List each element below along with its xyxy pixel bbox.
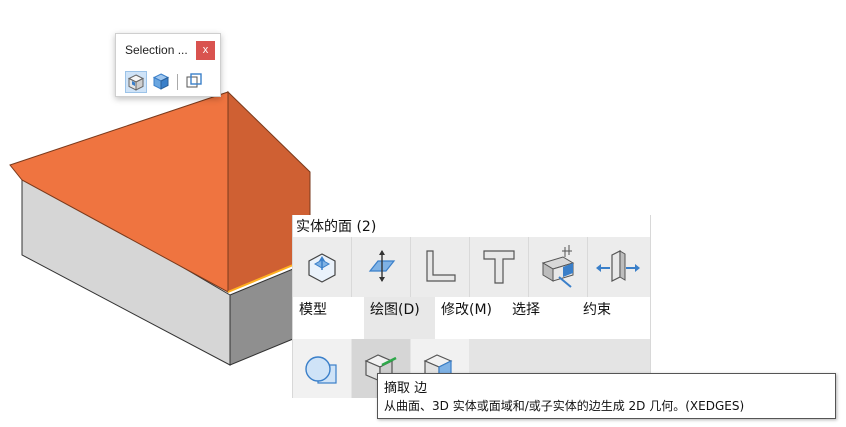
circle-tool-icon (305, 356, 337, 384)
tab-constraint[interactable]: 约束 (577, 297, 650, 339)
tab-more-button[interactable] (588, 237, 647, 297)
select-solid-icon (127, 74, 145, 91)
tab-model[interactable]: 模型 (293, 297, 364, 339)
quad-tab-labels: 模型 绘图(D) 修改(M) 选择 约束 (293, 297, 650, 339)
tab-select-button[interactable] (470, 237, 529, 297)
select-edge-button[interactable] (184, 71, 206, 93)
quad-header: 实体的面 (2) (293, 215, 650, 237)
tab-modify-button[interactable] (411, 237, 470, 297)
tooltip-description: 从曲面、3D 实体或面域和/或子实体的边生成 2D 几何。(XEDGES) (384, 399, 745, 413)
tab-select[interactable]: 选择 (506, 297, 577, 339)
selection-panel[interactable]: Selection ... x (115, 33, 221, 97)
quad-tab-icons (293, 237, 650, 297)
tab-draw[interactable]: 绘图(D) (364, 297, 435, 339)
move-icon (596, 250, 640, 282)
tooltip-title: 摘取 边 (384, 381, 428, 396)
model-icon (308, 253, 336, 283)
tab-constraint-button[interactable] (529, 237, 588, 297)
constraint-icon (541, 245, 575, 288)
draw-icon (368, 250, 396, 282)
close-button[interactable]: x (196, 41, 215, 60)
toolbar-divider (177, 74, 178, 90)
modify-icon (426, 250, 456, 282)
tab-model-button[interactable] (293, 237, 352, 297)
select-face-icon (152, 73, 170, 90)
circle-tool-button[interactable] (293, 339, 351, 398)
select-face-button[interactable] (151, 71, 173, 93)
selection-panel-title: Selection ... (125, 43, 188, 57)
tab-modify[interactable]: 修改(M) (435, 297, 506, 339)
select-icon (483, 250, 515, 284)
select-edge-icon (186, 73, 202, 88)
tab-draw-button[interactable] (352, 237, 411, 297)
select-solid-button[interactable] (125, 71, 147, 93)
quad-panel[interactable]: 实体的面 (2) 模型 绘图(D) 修改(M) 选择 约束 (292, 215, 651, 398)
tooltip: 摘取 边 从曲面、3D 实体或面域和/或子实体的边生成 2D 几何。(XEDGE… (377, 373, 836, 419)
